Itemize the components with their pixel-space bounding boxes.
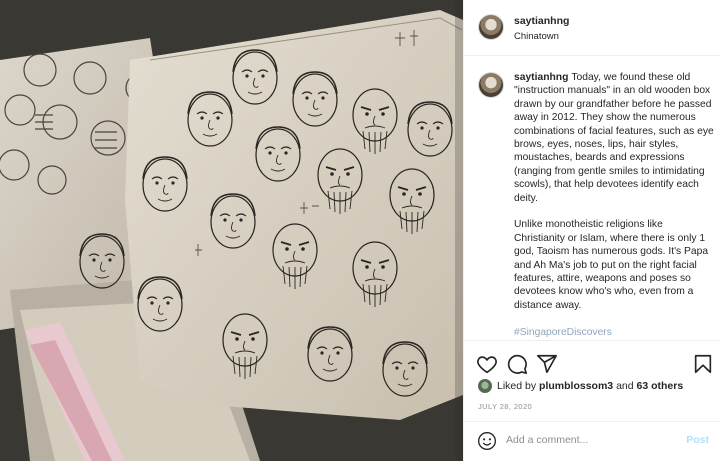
header-location[interactable]: Chinatown (514, 31, 559, 42)
bookmark-icon[interactable] (692, 353, 714, 375)
post-photo[interactable] (0, 0, 463, 461)
post-side-panel: saytianhng Chinatown saytianhng Today, we… (463, 0, 720, 461)
likes-prefix: Liked by (497, 380, 537, 392)
comment-bar: Add a comment... Post (464, 421, 720, 461)
sketch-manuals-photo (0, 0, 463, 461)
likes-others[interactable]: 63 others (637, 380, 684, 392)
comment-input[interactable]: Add a comment... (506, 434, 588, 446)
likes-summary[interactable]: Liked by plumblossom3 and 63 others (478, 377, 683, 395)
caption-paragraph-1: Today, we found these old "instruction m… (514, 72, 714, 204)
comment-icon[interactable] (506, 353, 528, 375)
caption-author[interactable]: saytianhng (514, 72, 568, 83)
caption-avatar[interactable] (478, 72, 504, 98)
avatar[interactable] (478, 14, 504, 40)
caption-paragraph-2: Unlike monotheistic religions like Chris… (514, 219, 709, 311)
post-date[interactable]: JULY 28, 2020 (478, 402, 532, 411)
paper-plane-icon[interactable] (536, 353, 558, 375)
likes-and: and (616, 380, 634, 392)
heart-icon[interactable] (476, 353, 498, 375)
caption-section[interactable]: saytianhng Today, we found these old "ins… (464, 56, 720, 340)
action-bar (464, 340, 720, 380)
liker-avatar (478, 379, 492, 393)
smiley-icon[interactable] (477, 431, 497, 451)
header-username[interactable]: saytianhng (514, 15, 569, 27)
caption-hashtag[interactable]: #SingaporeDiscovers (514, 327, 612, 338)
caption-text: saytianhng Today, we found these old "ins… (514, 71, 714, 340)
post-header: saytianhng Chinatown (464, 0, 720, 56)
liked-by-user[interactable]: plumblossom3 (539, 380, 613, 392)
post-button[interactable]: Post (686, 434, 709, 446)
